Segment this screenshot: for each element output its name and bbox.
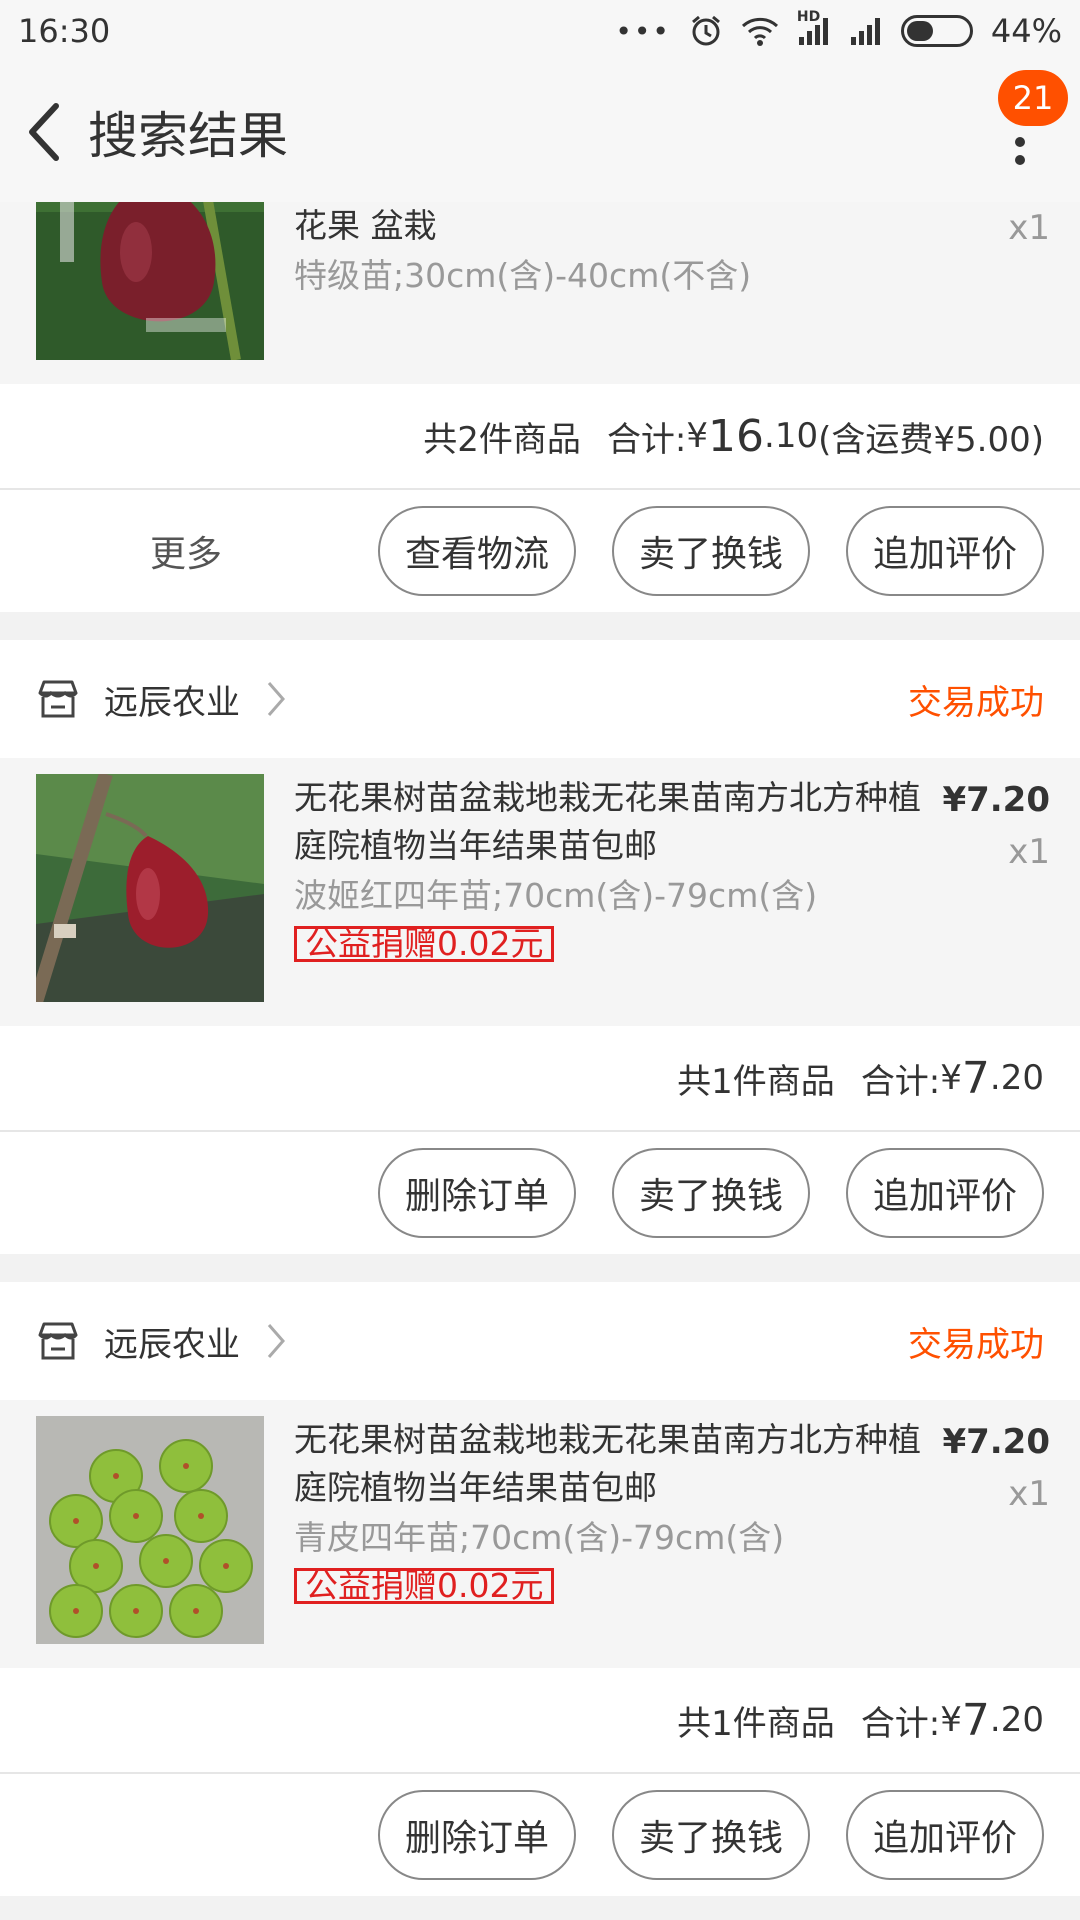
total-label: 合计: [860, 1061, 941, 1102]
product-qty: x1 [1008, 208, 1050, 248]
nav-bar: 搜索结果 21 [0, 62, 1080, 202]
order-item[interactable]: 无花果树苗盆栽地栽无花果苗南方北方种植庭院植物当年结果苗包邮 波姬红四年苗;70… [0, 758, 1080, 1026]
product-qty: x1 [1008, 832, 1050, 872]
order-actions: 更多 查看物流 卖了换钱 追加评价 [0, 490, 1080, 612]
page-title: 搜索结果 [88, 107, 288, 165]
shipping-fee: (含运费¥5.00) [818, 419, 1044, 460]
add-review-button[interactable]: 追加评价 [846, 1790, 1044, 1880]
product-image[interactable] [36, 774, 264, 1002]
total-amount-int: 16 [708, 410, 765, 462]
order-summary: 共2件商品 合计: ¥ 16 .10 (含运费¥5.00) [0, 384, 1080, 490]
divider [0, 612, 1080, 640]
chevron-right-icon [267, 682, 285, 716]
product-qty: x1 [1008, 1474, 1050, 1514]
signal-hd-icon: HD [797, 9, 831, 47]
store-icon [38, 1322, 78, 1360]
total-label: 合计: [606, 419, 687, 460]
status-time: 16:30 [18, 12, 111, 50]
order-summary: 共1件商品 合计: ¥ 7 .20 [0, 1668, 1080, 1774]
back-button[interactable] [14, 102, 74, 162]
item-count: 共2件商品 [423, 419, 581, 460]
order-actions: 删除订单 卖了换钱 追加评价 [0, 1132, 1080, 1254]
product-spec: 青皮四年苗;70cm(含)-79cm(含) [294, 1518, 785, 1557]
view-logistics-button[interactable]: 查看物流 [378, 506, 576, 596]
chevron-right-icon [267, 1324, 285, 1358]
product-price: ¥7.20 [942, 1422, 1050, 1462]
add-review-button[interactable]: 追加评价 [846, 506, 1044, 596]
order-summary: 共1件商品 合计: ¥ 7 .20 [0, 1026, 1080, 1132]
product-spec: 特级苗;30cm(含)-40cm(不含) [294, 256, 752, 295]
shop-name: 远辰农业 [104, 1324, 240, 1365]
battery-fill [906, 21, 933, 41]
total-amount-dec: .20 [989, 1058, 1044, 1098]
back-arrow-icon [29, 103, 59, 161]
order-card: 远辰农业 交易成功 无花果树苗盆栽地栽无花果苗南方北方种植庭院植物当年结果苗包邮 [0, 640, 1080, 1254]
battery-icon [900, 15, 973, 47]
order-actions: 删除订单 卖了换钱 追加评价 [0, 1774, 1080, 1896]
add-review-button[interactable]: 追加评价 [846, 1148, 1044, 1238]
order-card: 花果 盆栽 特级苗;30cm(含)-40cm(不含) x1 共2件商品 合计: … [0, 202, 1080, 612]
product-title: 无花果树苗盆栽地栽无花果苗南方北方种植庭院植物当年结果苗包邮 [294, 778, 921, 865]
order-item[interactable]: 花果 盆栽 特级苗;30cm(含)-40cm(不含) x1 [0, 202, 1080, 384]
signal-icon [849, 15, 883, 47]
total-amount-int: 7 [961, 1052, 990, 1104]
status-bar: 16:30 ••• HD 44% [0, 0, 1080, 62]
product-title: 无花果树苗盆栽地栽无花果苗南方北方种植庭院植物当年结果苗包邮 [294, 1420, 921, 1507]
message-badge: 21 [998, 70, 1068, 126]
shop-header[interactable]: 远辰农业 交易成功 [0, 640, 1080, 758]
item-count: 共1件商品 [677, 1703, 835, 1744]
delete-order-button[interactable]: 删除订单 [378, 1790, 576, 1880]
total-amount-dec: .20 [989, 1700, 1044, 1740]
more-link[interactable]: 更多 [150, 525, 222, 577]
order-card: 远辰农业 交易成功 无花果树苗盆栽地栽无花果苗南方北方种植庭院植物当年结果苗包邮… [0, 1282, 1080, 1896]
product-price: ¥7.20 [942, 780, 1050, 820]
alarm-icon [689, 14, 723, 48]
charity-donation-tag: 公益捐赠0.02元 [294, 926, 555, 962]
total-amount-int: 7 [961, 1694, 990, 1746]
item-count: 共1件商品 [677, 1061, 835, 1102]
total-label: 合计: [860, 1703, 941, 1744]
shop-name: 远辰农业 [104, 682, 240, 723]
shop-header[interactable]: 远辰农业 交易成功 [0, 1282, 1080, 1400]
status-icons: ••• HD 44% [615, 9, 1062, 50]
currency-symbol: ¥ [940, 1058, 962, 1098]
currency-symbol: ¥ [686, 416, 709, 456]
divider [0, 1254, 1080, 1282]
product-image[interactable] [36, 1416, 264, 1644]
order-status: 交易成功 [908, 682, 1044, 723]
delete-order-button[interactable]: 删除订单 [378, 1148, 576, 1238]
resell-button[interactable]: 卖了换钱 [612, 1148, 810, 1238]
battery-percent: 44% [990, 12, 1062, 50]
total-amount-dec: .10 [764, 416, 819, 456]
product-spec: 波姬红四年苗;70cm(含)-79cm(含) [294, 876, 818, 915]
product-title: 花果 盆栽 [294, 206, 437, 245]
store-icon [38, 680, 78, 718]
order-status: 交易成功 [908, 1324, 1044, 1365]
product-image[interactable] [36, 202, 264, 360]
resell-button[interactable]: 卖了换钱 [612, 506, 810, 596]
order-item[interactable]: 无花果树苗盆栽地栽无花果苗南方北方种植庭院植物当年结果苗包邮 青皮四年苗;70c… [0, 1400, 1080, 1668]
resell-button[interactable]: 卖了换钱 [612, 1790, 810, 1880]
more-menu-button[interactable]: 21 [998, 70, 1068, 168]
currency-symbol: ¥ [940, 1700, 962, 1740]
order-list: 花果 盆栽 特级苗;30cm(含)-40cm(不含) x1 共2件商品 合计: … [0, 202, 1080, 1920]
hd-label: HD [796, 9, 821, 25]
notification-dots: ••• [615, 14, 671, 48]
wifi-icon [741, 16, 779, 46]
charity-donation-tag: 公益捐赠0.02元 [294, 1568, 555, 1604]
